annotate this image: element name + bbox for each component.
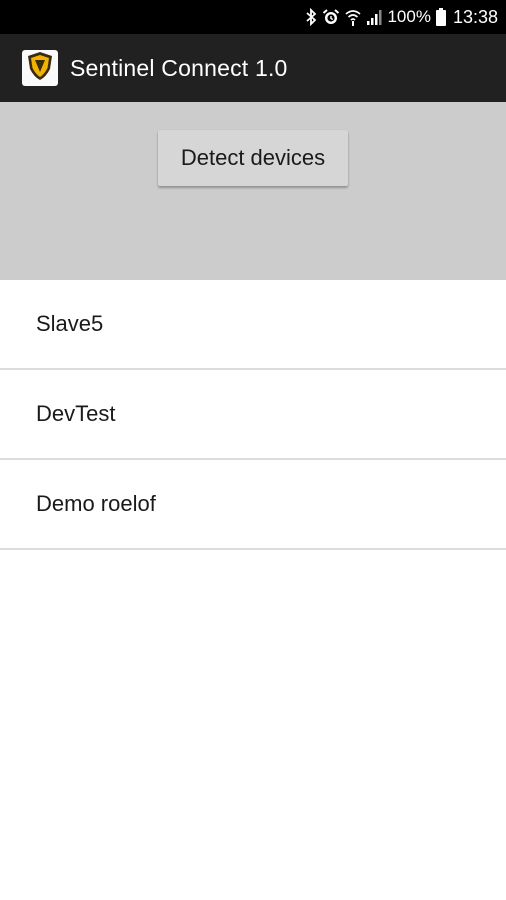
app-title: Sentinel Connect 1.0 bbox=[70, 54, 288, 81]
battery-icon bbox=[435, 8, 446, 26]
bluetooth-icon bbox=[305, 8, 317, 26]
shield-icon bbox=[26, 51, 54, 86]
device-name: Slave5 bbox=[36, 311, 104, 336]
detect-devices-button[interactable]: Detect devices bbox=[158, 130, 348, 186]
device-name: Demo roelof bbox=[36, 491, 156, 516]
wifi-icon bbox=[345, 8, 361, 26]
app-logo bbox=[22, 50, 58, 86]
device-list-item[interactable]: Demo roelof bbox=[0, 460, 506, 550]
device-list-item[interactable]: Slave5 bbox=[0, 280, 506, 370]
device-name: DevTest bbox=[36, 401, 116, 426]
device-list-item[interactable]: DevTest bbox=[0, 370, 506, 460]
signal-icon bbox=[366, 9, 382, 25]
battery-percent: 100% bbox=[387, 7, 431, 26]
status-time: 13:38 bbox=[452, 6, 498, 27]
action-panel: Detect devices bbox=[0, 102, 506, 280]
app-bar: Sentinel Connect 1.0 bbox=[0, 34, 506, 102]
alarm-icon bbox=[322, 8, 340, 26]
device-list: Slave5 DevTest Demo roelof bbox=[0, 280, 506, 550]
status-bar: 100% 13:38 bbox=[0, 0, 506, 34]
